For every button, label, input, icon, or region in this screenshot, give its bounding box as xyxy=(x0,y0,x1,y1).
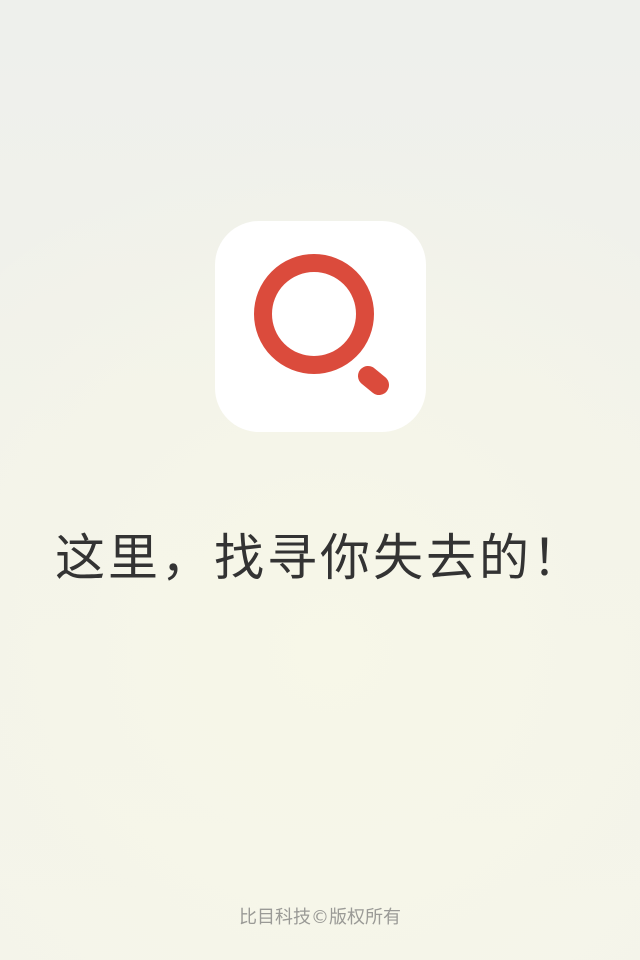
slogan-text: 这里，找寻你失去的！ xyxy=(55,529,585,587)
splash-screen: 这里，找寻你失去的！ 比目科技©版权所有 xyxy=(0,0,640,960)
app-logo xyxy=(215,221,426,432)
magnifier-icon xyxy=(254,254,389,395)
copyright-text: 比目科技©版权所有 xyxy=(239,907,401,928)
